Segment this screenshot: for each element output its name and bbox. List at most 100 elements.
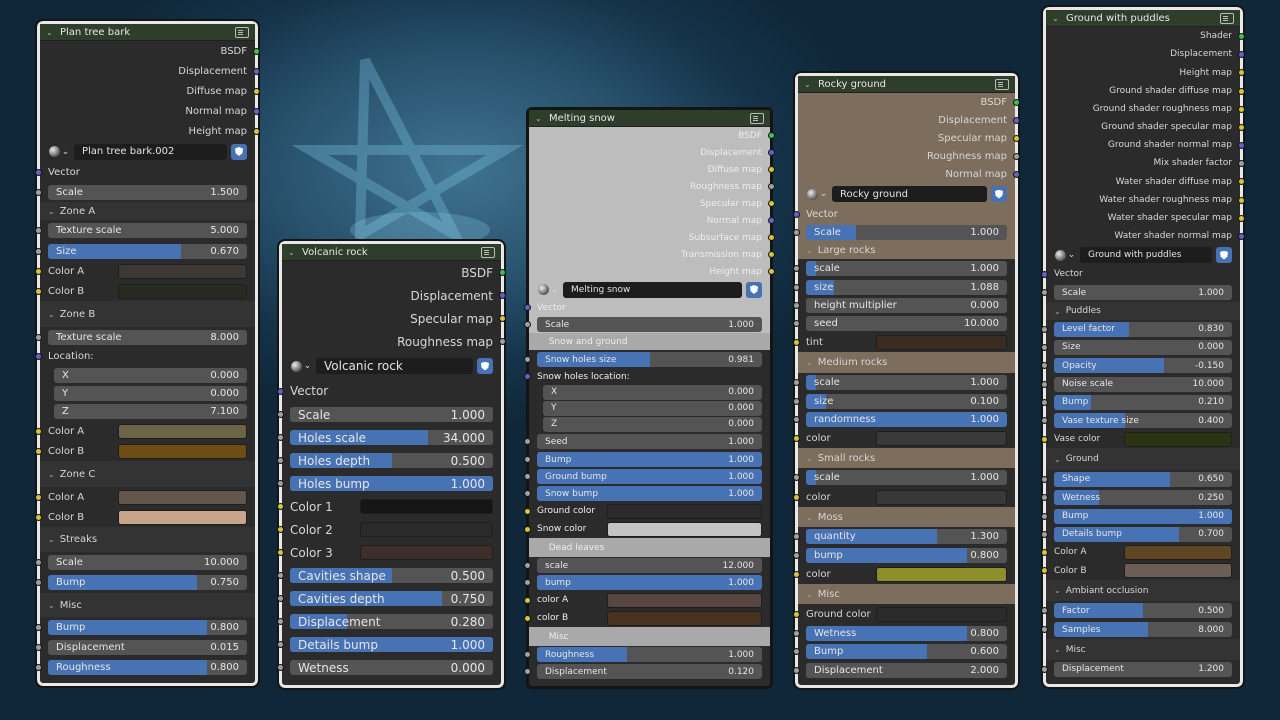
output-socket-icon[interactable] [768, 183, 775, 190]
panel-chevron-icon[interactable]: ⌄ [537, 543, 544, 552]
value-slider[interactable]: scale 1.000 [806, 261, 1007, 276]
value-slider[interactable]: Bump 0.210 [1054, 394, 1232, 410]
input-socket-icon[interactable] [1041, 626, 1048, 633]
value-slider[interactable]: Bump 0.600 [806, 644, 1007, 659]
node-header[interactable]: ⌄ Ground with puddles [1046, 10, 1240, 27]
input-socket-icon[interactable] [524, 490, 531, 497]
input-socket-icon[interactable] [1041, 512, 1048, 520]
output-socket-icon[interactable] [768, 234, 775, 241]
node-header[interactable]: ⌄ Melting snow [529, 110, 770, 127]
panel-header[interactable]: ⌄ Moss [798, 507, 1015, 527]
panel-header[interactable]: ⌄ Streaks [40, 527, 255, 552]
output-socket-icon[interactable] [1013, 98, 1020, 106]
value-slider[interactable]: height multiplier 0.000 [806, 297, 1007, 313]
color-swatch[interactable] [607, 521, 762, 537]
value-slider[interactable]: X 0.000 [543, 384, 762, 400]
input-socket-icon[interactable] [793, 379, 800, 386]
color-swatch[interactable] [607, 592, 762, 608]
value-slider[interactable]: Holes scale 34.000 [290, 430, 493, 445]
input-socket-icon[interactable] [277, 641, 284, 648]
input-socket-icon[interactable] [793, 397, 800, 405]
panel-chevron-icon[interactable]: ⌄ [806, 513, 813, 522]
input-socket-icon[interactable] [793, 648, 800, 655]
input-socket-icon[interactable] [524, 356, 531, 363]
panel-chevron-icon[interactable]: ⌄ [806, 358, 813, 367]
material-browse-button[interactable]: ⌄ [48, 144, 70, 160]
output-socket-icon[interactable] [768, 200, 775, 207]
input-socket-icon[interactable] [35, 353, 42, 360]
color-swatch[interactable] [360, 545, 493, 560]
input-socket-icon[interactable] [793, 434, 800, 442]
color-swatch[interactable] [118, 423, 247, 439]
input-socket-icon[interactable] [1041, 343, 1048, 351]
input-socket-icon[interactable] [524, 668, 531, 675]
input-socket-icon[interactable] [793, 533, 800, 540]
output-socket-icon[interactable] [499, 315, 506, 322]
input-socket-icon[interactable] [1041, 548, 1048, 556]
panel-chevron-icon[interactable]: ⌄ [1054, 586, 1061, 595]
value-slider[interactable]: Noise scale 10.000 [1054, 376, 1232, 392]
value-slider[interactable]: Scale 1.500 [48, 184, 247, 200]
output-socket-icon[interactable] [499, 292, 506, 299]
output-socket-icon[interactable] [1238, 105, 1245, 113]
input-socket-icon[interactable] [35, 579, 42, 586]
value-slider[interactable]: Details bump 0.700 [1054, 526, 1232, 542]
output-socket-icon[interactable] [1013, 134, 1020, 142]
input-socket-icon[interactable] [1041, 665, 1048, 673]
color-swatch[interactable] [1124, 431, 1232, 447]
input-socket-icon[interactable] [793, 319, 800, 327]
color-swatch[interactable] [118, 489, 247, 505]
color-swatch[interactable] [607, 610, 762, 626]
color-swatch[interactable] [360, 499, 493, 514]
value-slider[interactable]: Wetness 0.000 [290, 660, 493, 675]
fake-user-shield-icon[interactable] [991, 186, 1007, 202]
input-socket-icon[interactable] [277, 618, 284, 625]
input-socket-icon[interactable] [524, 525, 531, 533]
input-socket-icon[interactable] [793, 570, 800, 578]
color-swatch[interactable] [1124, 563, 1232, 578]
input-socket-icon[interactable] [524, 651, 531, 658]
input-socket-icon[interactable] [35, 333, 42, 341]
value-slider[interactable]: Scale 1.000 [806, 224, 1007, 240]
material-name-field[interactable]: Rocky ground [832, 186, 987, 202]
output-socket-icon[interactable] [253, 47, 260, 55]
color-swatch[interactable] [118, 263, 247, 279]
input-socket-icon[interactable] [277, 595, 284, 602]
node-header[interactable]: ⌄ Rocky ground [798, 76, 1015, 93]
value-slider[interactable]: Y 0.000 [54, 385, 247, 401]
node-group-icon[interactable] [481, 246, 495, 258]
fake-user-shield-icon[interactable] [746, 281, 762, 298]
input-socket-icon[interactable] [524, 456, 531, 463]
input-socket-icon[interactable] [524, 473, 531, 480]
value-slider[interactable]: Roughness 1.000 [537, 647, 762, 662]
output-socket-icon[interactable] [1238, 232, 1245, 240]
panel-header[interactable]: ⌄ Ambiant occlusion [1046, 580, 1240, 601]
fake-user-shield-icon[interactable] [477, 358, 493, 374]
output-socket-icon[interactable] [1013, 152, 1020, 160]
input-socket-icon[interactable] [277, 387, 284, 395]
output-socket-icon[interactable] [1238, 159, 1245, 167]
output-socket-icon[interactable] [253, 67, 260, 75]
node-group-icon[interactable] [1220, 12, 1234, 24]
value-slider[interactable]: Z 7.100 [54, 404, 247, 419]
input-socket-icon[interactable] [524, 304, 531, 311]
input-socket-icon[interactable] [35, 663, 42, 671]
output-socket-icon[interactable] [499, 269, 506, 276]
panel-header[interactable]: ⌄ Misc [529, 627, 770, 646]
output-socket-icon[interactable] [1238, 141, 1245, 149]
value-slider[interactable]: Y 0.000 [543, 400, 762, 416]
value-slider[interactable]: Bump 0.750 [48, 575, 247, 590]
value-slider[interactable]: Displacement 0.015 [48, 639, 247, 655]
material-browse-button[interactable]: ⌄ [1054, 247, 1076, 263]
panel-chevron-icon[interactable]: ⌄ [1054, 307, 1061, 316]
node-header[interactable]: ⌄ Plan tree bark [40, 24, 255, 41]
output-socket-icon[interactable] [768, 132, 775, 139]
input-socket-icon[interactable] [793, 474, 800, 481]
value-slider[interactable]: Ground bump 1.000 [537, 469, 762, 484]
panel-header[interactable]: ⌄ Misc [798, 584, 1015, 604]
panel-header[interactable]: ⌄ Dead leaves [529, 538, 770, 557]
output-socket-icon[interactable] [1238, 214, 1245, 222]
value-slider[interactable]: Displacement 0.120 [537, 664, 762, 679]
value-slider[interactable]: Wetness 0.250 [1054, 490, 1232, 505]
input-socket-icon[interactable] [35, 287, 42, 295]
